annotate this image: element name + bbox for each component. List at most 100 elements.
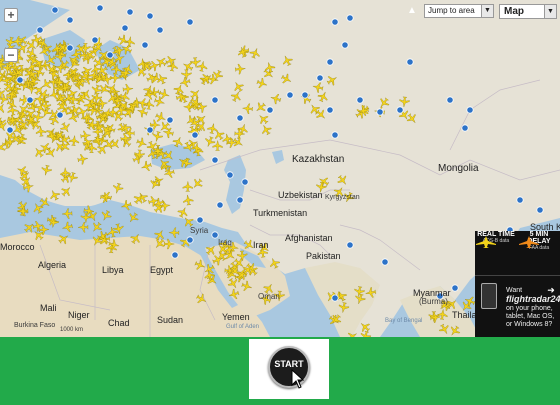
- airport-marker-icon[interactable]: [451, 284, 459, 292]
- ad-brand: flightradar24: [506, 294, 560, 304]
- label-burma: (Burma): [419, 297, 448, 306]
- airport-marker-icon[interactable]: [186, 18, 194, 26]
- label-oman: Oman: [258, 292, 280, 301]
- airport-marker-icon[interactable]: [66, 16, 74, 24]
- airport-marker-icon[interactable]: [376, 108, 384, 116]
- label-kyrgyzstan: Kyrgyzstan: [325, 194, 360, 201]
- label-sudan: Sudan: [157, 315, 184, 325]
- airport-marker-icon[interactable]: [56, 111, 64, 119]
- airport-marker-icon[interactable]: [186, 236, 194, 244]
- label-yemen: Yemen: [222, 312, 250, 322]
- airport-marker-icon[interactable]: [36, 26, 44, 34]
- airport-marker-icon[interactable]: [346, 241, 354, 249]
- airport-marker-icon[interactable]: [446, 96, 454, 104]
- zoom-out-button[interactable]: −: [4, 48, 18, 62]
- airport-marker-icon[interactable]: [91, 36, 99, 44]
- label-morocco: Morocco: [0, 242, 35, 252]
- airport-marker-icon[interactable]: [236, 196, 244, 204]
- label-syria: Syria: [190, 226, 209, 235]
- airport-marker-icon[interactable]: [316, 74, 324, 82]
- airport-marker-icon[interactable]: [341, 41, 349, 49]
- airport-marker-icon[interactable]: [191, 131, 199, 139]
- airport-marker-icon[interactable]: [196, 216, 204, 224]
- label-pakistan: Pakistan: [306, 251, 341, 261]
- label-iraq: Iraq: [218, 238, 232, 247]
- label-niger: Niger: [68, 310, 90, 320]
- airport-marker-icon[interactable]: [301, 91, 309, 99]
- airport-marker-icon[interactable]: [466, 106, 474, 114]
- airport-marker-icon[interactable]: [211, 156, 219, 164]
- airport-marker-icon[interactable]: [26, 96, 34, 104]
- map-type-label: Map: [504, 6, 524, 17]
- airport-marker-icon[interactable]: [146, 126, 154, 134]
- airport-marker-icon[interactable]: [166, 116, 174, 124]
- start-label: START: [274, 359, 304, 369]
- airport-marker-icon[interactable]: [146, 12, 154, 20]
- airport-marker-icon[interactable]: [516, 196, 524, 204]
- mouse-cursor-icon: [291, 369, 305, 389]
- airport-marker-icon[interactable]: [381, 258, 389, 266]
- airport-marker-icon[interactable]: [331, 131, 339, 139]
- label-chad: Chad: [108, 318, 130, 328]
- label-uzbekistan: Uzbekistan: [278, 190, 323, 200]
- start-button[interactable]: START: [249, 339, 329, 399]
- label-libya: Libya: [102, 265, 124, 275]
- airport-marker-icon[interactable]: [156, 26, 164, 34]
- label-kazakhstan: Kazakhstan: [292, 154, 345, 165]
- airport-marker-icon[interactable]: [346, 14, 354, 22]
- realtime-column: REAL TIME ADS-B data: [475, 231, 517, 248]
- airport-marker-icon[interactable]: [51, 6, 59, 14]
- jump-to-area-select[interactable]: Jump to area ▼: [424, 4, 494, 18]
- airport-marker-icon[interactable]: [121, 24, 129, 32]
- airport-marker-icon[interactable]: [171, 251, 179, 259]
- map-scale: 1000 km: [60, 327, 84, 333]
- label-burkina-faso: Burkina Faso: [14, 322, 56, 329]
- label-mali: Mali: [40, 303, 57, 313]
- airport-marker-icon[interactable]: [396, 106, 404, 114]
- airport-marker-icon[interactable]: [141, 41, 149, 49]
- label-gulf-of-aden: Gulf of Aden: [226, 324, 260, 330]
- airport-marker-icon[interactable]: [406, 58, 414, 66]
- airport-marker-icon[interactable]: [356, 96, 364, 104]
- airport-marker-icon[interactable]: [236, 114, 244, 122]
- ad-tail: on your phone, tablet, Mac OS, or Window…: [506, 305, 555, 328]
- ad-divider: [475, 275, 560, 276]
- map-type-select[interactable]: Map ▼: [499, 4, 557, 19]
- flight-map[interactable]: Kazakhstan Mongolia Uzbekistan Kyrgyzsta…: [0, 0, 560, 337]
- yellow-plane-icon: [476, 236, 496, 248]
- airport-marker-icon[interactable]: [216, 201, 224, 209]
- zoom-in-button[interactable]: +: [4, 8, 18, 22]
- airport-marker-icon[interactable]: [6, 126, 14, 134]
- airport-marker-icon[interactable]: [226, 171, 234, 179]
- airport-marker-icon[interactable]: [331, 18, 339, 26]
- jump-to-area-label: Jump to area: [428, 6, 475, 15]
- label-thailand: Thaila: [452, 310, 477, 320]
- label-iran: Iran: [253, 240, 269, 250]
- label-mongolia: Mongolia: [438, 163, 479, 174]
- orange-plane-icon: [519, 236, 539, 248]
- delay-column: 5 MIN DELAY FAA data: [518, 231, 560, 251]
- ad-promo-text: Want flightradar24 on your phone, tablet…: [506, 287, 560, 329]
- airport-marker-icon[interactable]: [241, 178, 249, 186]
- airport-marker-icon[interactable]: [126, 8, 134, 16]
- chevron-down-icon: ▼: [544, 5, 556, 18]
- airport-marker-icon[interactable]: [286, 91, 294, 99]
- ad-want: Want: [506, 287, 523, 294]
- airport-marker-icon[interactable]: [326, 58, 334, 66]
- airport-marker-icon[interactable]: [536, 206, 544, 214]
- airport-marker-icon[interactable]: [331, 294, 339, 302]
- label-turkmenistan: Turkmenistan: [253, 208, 308, 218]
- airport-marker-icon[interactable]: [66, 44, 74, 52]
- collapse-chevron-icon[interactable]: ▲: [407, 5, 417, 16]
- label-bay-of-bengal: Bay of Bengal: [385, 318, 423, 324]
- airport-marker-icon[interactable]: [96, 4, 104, 12]
- airport-marker-icon[interactable]: [461, 124, 469, 132]
- phone-icon: [481, 283, 497, 309]
- airport-marker-icon[interactable]: [326, 106, 334, 114]
- airport-marker-icon[interactable]: [106, 51, 114, 59]
- airport-marker-icon[interactable]: [211, 96, 219, 104]
- flightradar-ad[interactable]: REAL TIME ADS-B data 5 MIN DELAY FAA dat…: [475, 231, 560, 337]
- airport-marker-icon[interactable]: [16, 76, 24, 84]
- label-algeria: Algeria: [38, 260, 67, 270]
- airport-marker-icon[interactable]: [266, 106, 274, 114]
